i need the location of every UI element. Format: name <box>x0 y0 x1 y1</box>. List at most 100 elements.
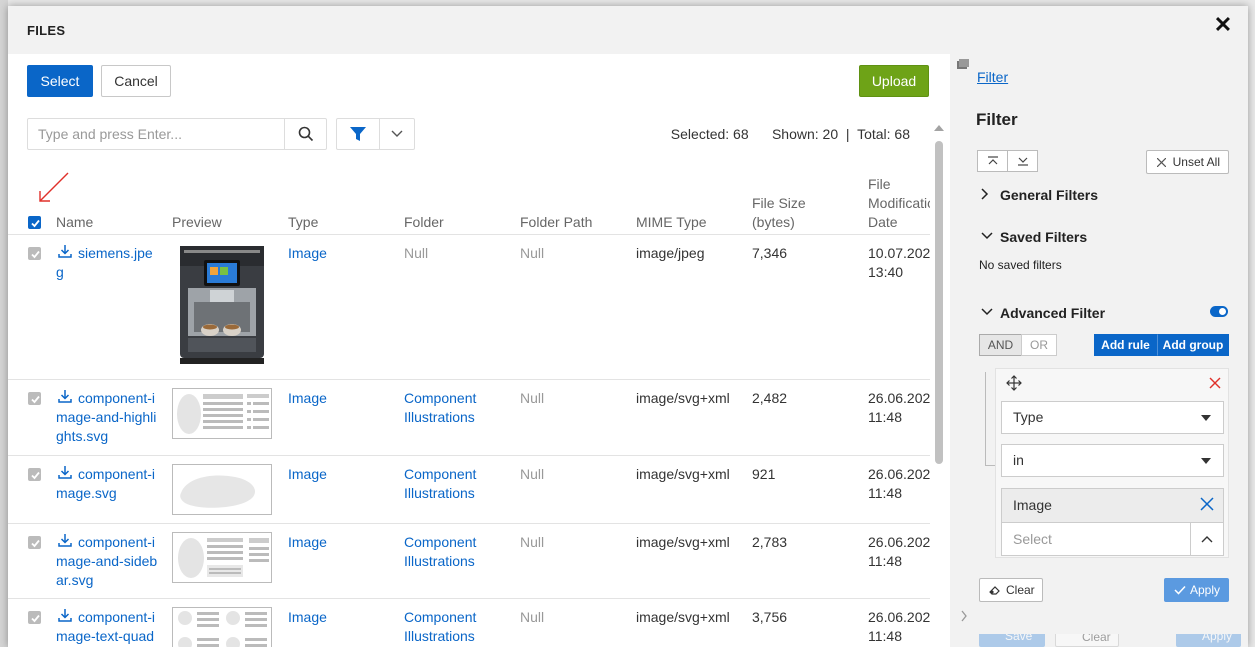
folder-link[interactable]: Component Illustrations <box>404 533 504 571</box>
select-button[interactable]: Select <box>27 65 93 97</box>
value-select-input[interactable] <box>1002 522 1190 555</box>
clear-button[interactable]: Clear <box>979 578 1043 602</box>
modal-header: FILES ✕ <box>8 6 1248 54</box>
delete-rule-icon[interactable] <box>1209 377 1221 389</box>
rule-operator-select[interactable]: in <box>1001 444 1224 477</box>
column-header-size[interactable]: File Size (bytes) <box>752 194 806 232</box>
annotation-arrow-icon <box>39 172 69 202</box>
type-link[interactable]: Image <box>288 608 327 627</box>
rule-operator-value: in <box>1013 452 1024 468</box>
search-input[interactable] <box>28 119 284 149</box>
column-header-folder-path[interactable]: Folder Path <box>520 213 592 232</box>
vertical-scrollbar[interactable] <box>932 121 946 647</box>
date-line: 26.06.202 <box>868 534 930 550</box>
table-row[interactable]: component-image.svg Image Component Illu… <box>8 456 930 524</box>
folder-path-value: Null <box>520 390 545 406</box>
check-icon <box>1174 585 1186 595</box>
funnel-icon[interactable] <box>337 119 380 149</box>
close-icon[interactable]: ✕ <box>1212 14 1234 36</box>
selection-counts: Selected: 68 Shown: 20 | Total: 68 <box>670 126 910 142</box>
chevron-down-icon[interactable] <box>379 119 414 149</box>
advanced-filter-toggle[interactable] <box>1210 306 1228 317</box>
row-checkbox[interactable] <box>28 468 41 481</box>
unset-all-button[interactable]: Unset All <box>1146 150 1229 174</box>
column-header-date-line3: Date <box>868 214 898 230</box>
time-line: 13:40 <box>868 264 904 280</box>
type-link[interactable]: Image <box>288 389 327 408</box>
preview-image-highlights <box>172 388 272 439</box>
search-icon[interactable] <box>284 119 326 149</box>
cancel-button[interactable]: Cancel <box>101 65 171 97</box>
apply-button[interactable]: Apply <box>1164 578 1229 602</box>
caret-down-icon <box>1201 415 1211 421</box>
table-row[interactable]: component-image-text-quad Image Componen… <box>8 599 930 647</box>
type-link[interactable]: Image <box>288 244 327 263</box>
filter-panel: Filter Filter Unset All General Filters … <box>950 54 1240 634</box>
collapse-all-icon[interactable] <box>977 150 1008 172</box>
apply-label: Apply <box>1190 583 1221 597</box>
column-header-preview[interactable]: Preview <box>172 213 222 232</box>
filter-sidebar: Filter Filter Unset All General Filters … <box>950 54 1248 647</box>
mime-value: image/svg+xml <box>636 466 730 482</box>
date-line: 26.06.202 <box>868 390 930 406</box>
add-rule-button[interactable]: Add rule <box>1094 334 1157 356</box>
column-header-mime[interactable]: MIME Type <box>636 213 707 232</box>
row-checkbox[interactable] <box>28 536 41 549</box>
preview-coffee-machine <box>172 240 272 372</box>
file-name-link[interactable]: component-image-text-quad <box>56 608 160 646</box>
column-header-name[interactable]: Name <box>56 213 93 232</box>
upload-button[interactable]: Upload <box>859 65 929 97</box>
and-button[interactable]: AND <box>979 334 1022 356</box>
file-name-link[interactable]: component-image-and-sidebar.svg <box>56 533 160 590</box>
table-row[interactable]: component-image-and-sidebar.svg Image Co… <box>8 524 930 599</box>
filter-button-group <box>336 118 415 150</box>
or-button[interactable]: OR <box>1021 334 1057 356</box>
add-group-button[interactable]: Add group <box>1157 334 1229 356</box>
preview-image-text-quad <box>172 607 272 647</box>
scroll-up-arrow-icon[interactable] <box>934 125 944 131</box>
date-value: 26.06.202 11:48 <box>868 533 930 571</box>
rule-field-select[interactable]: Type <box>1001 401 1224 434</box>
folder-link[interactable]: Component Illustrations <box>404 608 504 646</box>
file-name-link[interactable]: component-image-and-highlights.svg <box>56 389 160 446</box>
saved-filters-label: Saved Filters <box>1000 229 1088 245</box>
size-value: 7,346 <box>752 245 788 261</box>
row-checkbox[interactable] <box>28 611 41 624</box>
preview-image <box>172 464 272 515</box>
table-header: Name Preview Type Folder Folder Path MIM… <box>8 161 930 235</box>
row-checkbox[interactable] <box>28 247 41 260</box>
chevron-right-icon[interactable] <box>960 610 968 622</box>
expand-all-icon[interactable] <box>1007 150 1038 172</box>
date-value: 26.06.202 11:48 <box>868 608 930 646</box>
caret-down-icon <box>1201 458 1211 464</box>
chevron-down-icon <box>981 232 993 240</box>
select-all-checkbox[interactable] <box>28 216 41 229</box>
folder-link[interactable]: Component Illustrations <box>404 465 504 503</box>
folder-link[interactable]: Component Illustrations <box>404 389 504 427</box>
column-header-folder[interactable]: Folder <box>404 213 444 232</box>
file-name-link[interactable]: siemens.jpeg <box>56 244 160 282</box>
panel-toggle-icon[interactable] <box>957 59 969 70</box>
type-link[interactable]: Image <box>288 533 327 552</box>
background-filter-actions: Save Clear Apply <box>950 634 1248 647</box>
unset-all-label: Unset All <box>1172 155 1220 169</box>
advanced-filter-label: Advanced Filter <box>1000 305 1106 321</box>
column-header-type[interactable]: Type <box>288 213 318 232</box>
ghost-apply-button: Apply <box>1176 634 1241 647</box>
date-line: 10.07.202 <box>868 245 930 261</box>
table-row[interactable]: component-image-and-highlights.svg Image… <box>8 380 930 456</box>
column-header-date[interactable]: File Modificatio Date <box>868 175 930 232</box>
drag-handle-icon[interactable] <box>1006 375 1022 391</box>
rule-field-value: Type <box>1013 409 1044 425</box>
chevron-up-icon[interactable] <box>1190 522 1223 555</box>
mime-value: image/jpeg <box>636 245 705 261</box>
row-checkbox[interactable] <box>28 392 41 405</box>
type-link[interactable]: Image <box>288 465 327 484</box>
scrollbar-thumb[interactable] <box>935 141 943 464</box>
filter-breadcrumb-link[interactable]: Filter <box>977 69 1008 85</box>
remove-tag-icon[interactable] <box>1200 497 1214 511</box>
folder-path-value: Null <box>520 466 545 482</box>
file-name-link[interactable]: component-image.svg <box>56 465 160 503</box>
table-row[interactable]: siemens.jpeg Image Null Null image/jpeg … <box>8 235 930 380</box>
mime-value: image/svg+xml <box>636 534 730 550</box>
